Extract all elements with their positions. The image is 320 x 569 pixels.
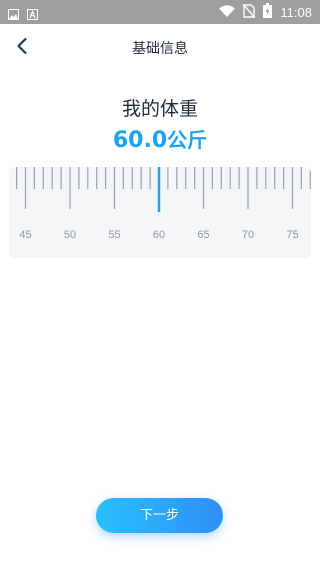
status-right: 11:08 (219, 3, 312, 21)
no-sim-icon (242, 3, 256, 21)
weight-ruler[interactable]: 45 50 55 60 65 70 75 (9, 167, 311, 258)
ruler-label: 50 (64, 229, 76, 241)
weight-value: 60.0 (112, 128, 168, 153)
app-bar: 基础信息 (0, 24, 320, 72)
status-bar: 11:08 (0, 0, 320, 24)
weight-display: 60.0公斤 (0, 124, 320, 153)
next-button[interactable]: 下一步 (96, 498, 223, 533)
status-time: 11:08 (280, 4, 312, 20)
weight-unit: 公斤 (167, 128, 208, 152)
weight-heading: 我的体重 (121, 98, 198, 120)
ruler-label: 75 (286, 229, 298, 241)
image-icon (8, 5, 19, 20)
wifi-icon (219, 4, 236, 20)
ruler-scale[interactable]: 45 50 55 60 65 70 75 (9, 167, 311, 258)
battery-charging-icon (263, 3, 273, 21)
page-title: 基础信息 (132, 41, 188, 57)
ruler-label: 45 (19, 229, 31, 241)
a-icon (27, 5, 38, 20)
ruler-label: 60 (153, 229, 165, 241)
ruler-label: 65 (197, 229, 209, 241)
ruler-label: 70 (242, 229, 254, 241)
ruler-label: 55 (108, 229, 120, 241)
status-left-icons (8, 5, 38, 20)
